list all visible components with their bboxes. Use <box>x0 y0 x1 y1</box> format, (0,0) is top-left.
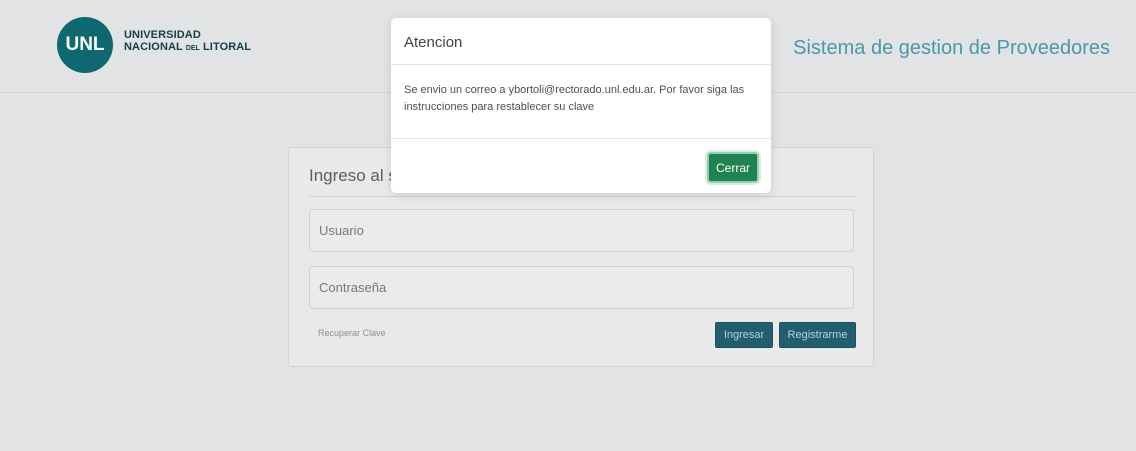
modal-body: Se envio un correo a ybortoli@rectorado.… <box>391 65 771 139</box>
modal-message: Se envio un correo a ybortoli@rectorado.… <box>404 84 745 113</box>
modal-title: Atencion <box>404 34 463 51</box>
attention-modal: Atencion Se envio un correo a ybortoli@r… <box>391 18 771 193</box>
modal-header: Atencion <box>391 18 771 65</box>
modal-footer: Cerrar <box>391 139 771 193</box>
close-modal-button[interactable]: Cerrar <box>707 152 759 183</box>
page: UNL UNIVERSIDAD NACIONAL DEL LITORAL Sis… <box>0 0 1136 451</box>
